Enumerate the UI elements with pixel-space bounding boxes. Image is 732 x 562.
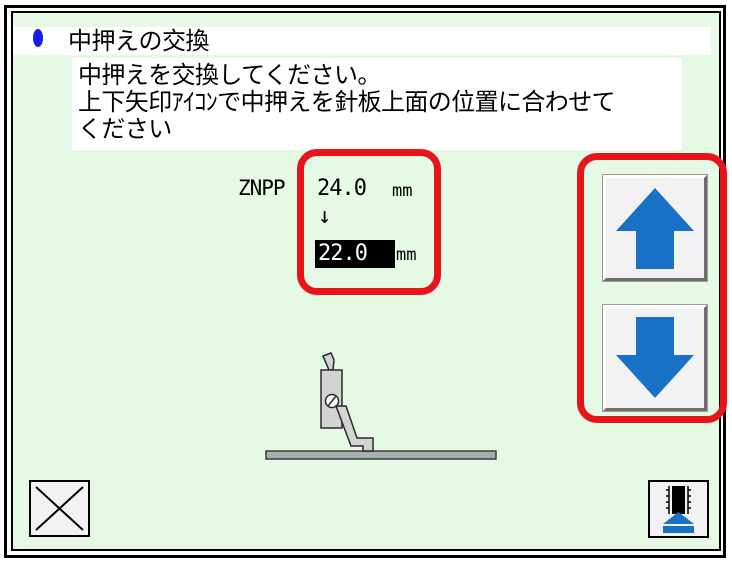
presser-foot-diagram bbox=[265, 352, 497, 460]
raise-button[interactable] bbox=[602, 174, 708, 282]
instruction-line-2: 上下矢印ｱｲｺﾝで中押えを針板上面の位置に合わせて bbox=[78, 88, 616, 116]
presser-up-icon bbox=[663, 486, 694, 533]
change-arrow: ↓ bbox=[318, 204, 332, 229]
close-button[interactable] bbox=[29, 480, 90, 537]
close-icon bbox=[35, 486, 84, 531]
instruction-line-3: ください bbox=[78, 115, 172, 143]
current-unit: mm bbox=[392, 181, 413, 201]
new-unit: mm bbox=[396, 245, 417, 265]
instruction-line-1: 中押えを交換してください。 bbox=[78, 61, 381, 89]
setting-label: ZNPP bbox=[238, 176, 286, 200]
new-value-field[interactable]: 22.0 bbox=[315, 240, 395, 268]
arrow-up-icon bbox=[616, 188, 694, 269]
new-value: 22.0 bbox=[318, 241, 368, 266]
current-value: 24.0 bbox=[317, 176, 367, 201]
lower-button[interactable] bbox=[602, 304, 708, 412]
title-bullet-icon bbox=[33, 29, 43, 47]
page-title: 中押えの交換 bbox=[68, 27, 210, 55]
arrow-down-icon bbox=[616, 317, 694, 398]
confirm-button[interactable] bbox=[648, 480, 709, 538]
